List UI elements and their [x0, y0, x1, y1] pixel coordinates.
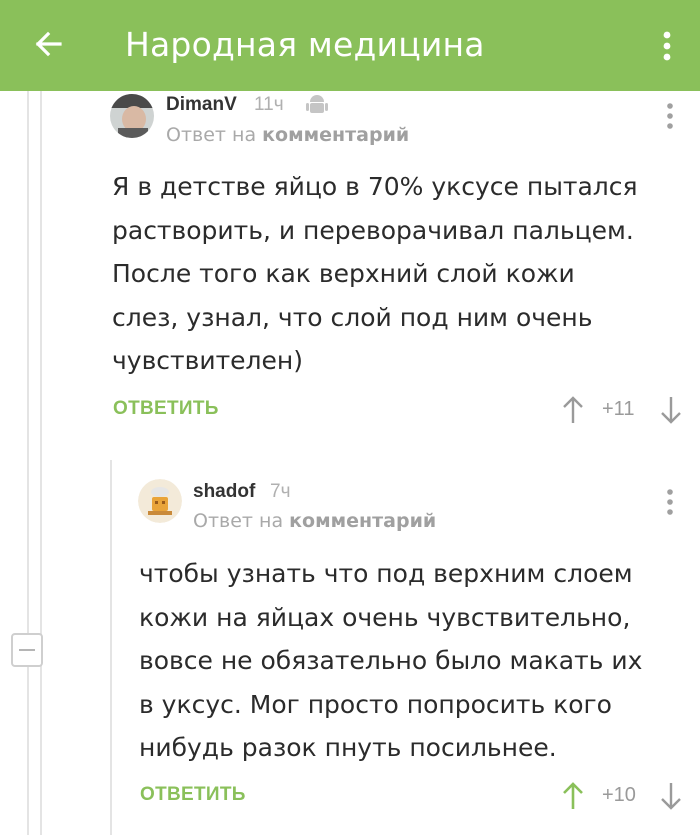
reply-to-line: Ответ на комментарий [193, 510, 436, 532]
comment-text: чтобы узнать что под верхним слоем кожи … [139, 552, 642, 770]
comment-text-line: кожи на яйцах очень чувствительно, [139, 602, 631, 632]
reply-prefix: Ответ на [193, 510, 284, 532]
avatar[interactable] [138, 479, 182, 523]
timestamp: 7ч [270, 481, 291, 502]
reply-button[interactable]: ОТВЕТИТЬ [140, 784, 246, 806]
comment-text-line: вовсе не обязательно было макать их [139, 646, 643, 675]
downvote-button[interactable] [660, 781, 682, 811]
cartoon-avatar [138, 479, 182, 523]
arrow-down-icon [661, 783, 681, 810]
reply-target-link[interactable]: комментарий [289, 510, 436, 532]
comment-text-line: нибудь разок пнуть посильнее. [139, 733, 557, 762]
comment: shadof 7ч Ответ на комментарий чтобы узн… [0, 0, 700, 835]
username[interactable]: shadof [193, 481, 255, 503]
comment-text-line: чтобы узнать что под верхним слоем [139, 559, 633, 588]
vote-score: +10 [602, 784, 636, 806]
arrow-up-icon [563, 782, 583, 809]
comment-menu-button[interactable] [662, 487, 678, 521]
comment-text-line: в уксус. Мог просто попросить кого [139, 689, 612, 719]
more-vertical-icon [667, 489, 673, 515]
upvote-button[interactable] [562, 781, 584, 811]
